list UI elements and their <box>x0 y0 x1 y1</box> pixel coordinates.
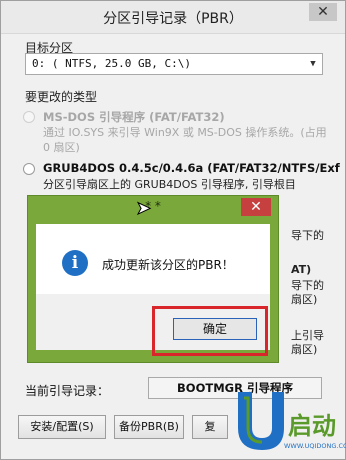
occluded-text: 扇区) <box>291 343 318 356</box>
partition-select[interactable]: 0: ( NTFS, 25.0 GB, C:\) ▼ <box>25 53 323 75</box>
type-section-label: 要更改的类型 <box>25 90 98 104</box>
chevron-down-icon[interactable]: ▼ <box>304 54 322 74</box>
occluded-text: 扇区) <box>291 293 318 306</box>
mouse-cursor-icon: ➤ <box>135 198 152 220</box>
occluded-text: AT) <box>291 263 312 276</box>
info-icon: i <box>62 250 88 276</box>
close-icon[interactable]: ✕ <box>309 3 337 21</box>
radio-grub4dos[interactable] <box>23 163 35 175</box>
option-desc: 通过 IO.SYS 来引导 Win9X 或 MS-DOS 操作系统。(占用 0 … <box>43 126 327 154</box>
logo-url: WWW.UQIDONG.COM <box>284 442 346 450</box>
svg-text:启动: 启动 <box>288 412 336 440</box>
option-title: GRUB4DOS 0.4.5c/0.4.6a (FAT/FAT32/NTFS/E… <box>43 161 340 175</box>
dialog-close-icon[interactable]: ✕ <box>241 198 271 216</box>
backup-button[interactable]: 备份PBR(B) <box>114 415 184 439</box>
restore-button[interactable]: 复 <box>192 415 228 439</box>
install-button[interactable]: 安装/配置(S) <box>18 415 106 439</box>
partition-select-value: 0: ( NTFS, 25.0 GB, C:\) <box>32 57 191 70</box>
radio-msdos[interactable] <box>23 111 35 123</box>
dialog-message: 成功更新该分区的PBR！ <box>102 258 234 272</box>
highlight-box <box>152 306 268 356</box>
option-title: MS-DOS 引导程序 (FAT/FAT32) <box>43 110 225 124</box>
window-title: 分区引导记录（PBR） <box>103 11 243 27</box>
option-desc: 分区引导扇区上的 GRUB4DOS 引导程序, 引导根目 <box>43 178 296 191</box>
uqidong-logo: 启动 WWW.UQIDONG.COM <box>238 392 346 450</box>
title-bar: 分区引导记录（PBR） ✕ <box>1 1 345 34</box>
current-record-label: 当前引导记录： <box>25 384 110 398</box>
occluded-text: 导下的 <box>291 229 324 242</box>
